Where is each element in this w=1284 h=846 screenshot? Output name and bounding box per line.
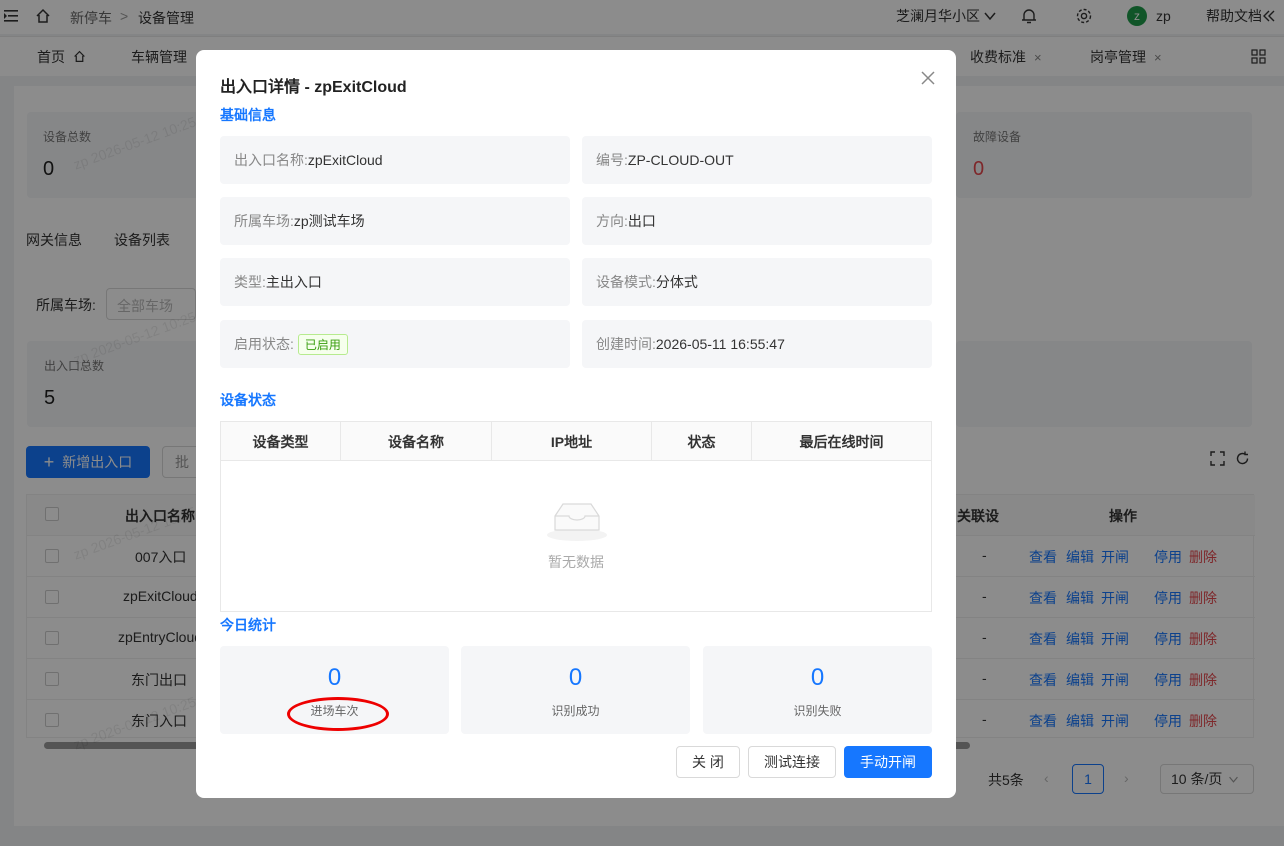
- field-device-mode: 设备模式: 分体式: [582, 258, 932, 306]
- field-value: 分体式: [655, 274, 698, 290]
- field-value: ZP-CLOUD-OUT: [627, 152, 734, 168]
- field-value: 主出入口: [265, 274, 322, 290]
- field-label: 出入口名称:: [234, 152, 308, 168]
- section-basic-info: 基础信息: [220, 107, 276, 123]
- empty-text: 暂无数据: [548, 554, 604, 570]
- field-label: 编号:: [596, 152, 628, 168]
- status-badge: 已启用: [297, 333, 348, 355]
- stat-recognize-success: 0 识别成功: [461, 646, 690, 734]
- manual-open-gate-button[interactable]: 手动开闸: [844, 746, 932, 778]
- highlight-circle: [287, 697, 389, 731]
- field-label: 启用状态:: [234, 336, 294, 352]
- col-device-type: 设备类型: [221, 422, 341, 461]
- field-direction: 方向: 出口: [582, 197, 932, 245]
- stat-label: 识别成功: [551, 704, 600, 718]
- empty-inbox-icon: [547, 503, 607, 541]
- close-icon[interactable]: [918, 68, 938, 88]
- test-connection-button[interactable]: 测试连接: [748, 746, 836, 778]
- field-code: 编号: ZP-CLOUD-OUT: [582, 136, 932, 184]
- field-label: 创建时间:: [596, 336, 656, 352]
- field-value: zp测试车场: [293, 213, 365, 229]
- field-entry-name: 出入口名称: zpExitCloud: [220, 136, 570, 184]
- col-device-name: 设备名称: [341, 422, 492, 461]
- device-status-table: 设备类型 设备名称 IP地址 状态 最后在线时间 暂无数据: [220, 421, 932, 612]
- field-value: 出口: [627, 213, 656, 229]
- field-type: 类型: 主出入口: [220, 258, 570, 306]
- stat-recognize-fail: 0 识别失败: [703, 646, 932, 734]
- field-label: 类型:: [234, 274, 266, 290]
- field-label: 所属车场:: [234, 213, 294, 229]
- stat-value: 0: [810, 664, 825, 691]
- col-ip-address: IP地址: [492, 422, 652, 461]
- section-device-status: 设备状态: [220, 392, 276, 408]
- field-value: zpExitCloud: [307, 152, 383, 168]
- device-table-header: 设备类型 设备名称 IP地址 状态 最后在线时间: [221, 422, 931, 461]
- modal-title: 出入口详情 - zpExitCloud: [220, 79, 407, 96]
- field-enable-status: 启用状态: 已启用: [220, 320, 570, 368]
- close-button[interactable]: 关 闭: [676, 746, 740, 778]
- field-label: 设备模式:: [596, 274, 656, 290]
- col-status: 状态: [652, 422, 752, 461]
- field-parking-lot: 所属车场: zp测试车场: [220, 197, 570, 245]
- section-today-stats: 今日统计: [220, 617, 276, 633]
- col-last-online: 最后在线时间: [799, 433, 884, 450]
- stat-label: 识别失败: [793, 704, 842, 718]
- entry-detail-modal: 出入口详情 - zpExitCloud 基础信息 出入口名称: zpExitCl…: [196, 50, 956, 798]
- field-created-time: 创建时间: 2026-05-11 16:55:47: [582, 320, 932, 368]
- stat-value: 0: [327, 664, 342, 691]
- field-label: 方向:: [596, 213, 628, 229]
- field-value: 2026-05-11 16:55:47: [655, 336, 785, 352]
- stat-value: 0: [568, 664, 583, 691]
